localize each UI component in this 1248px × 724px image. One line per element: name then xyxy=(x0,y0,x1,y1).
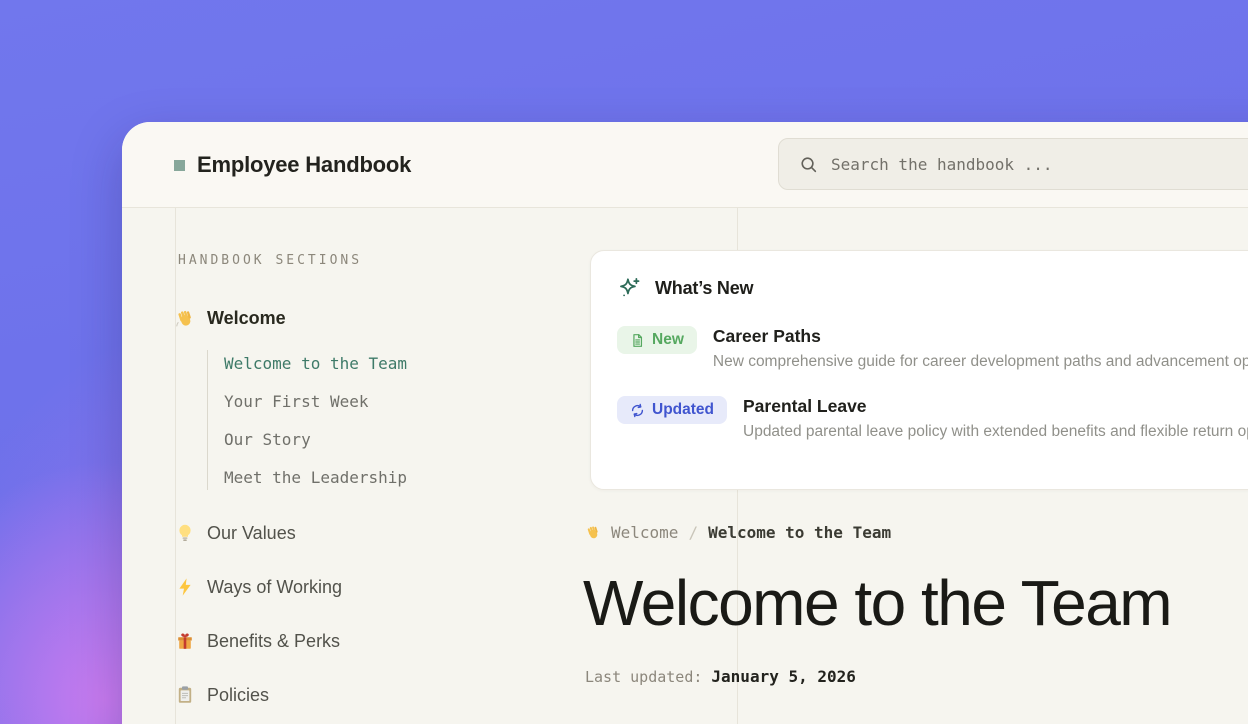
subnav-item-your-first-week[interactable]: Your First Week xyxy=(224,392,407,414)
sidebar-item-label: Our Values xyxy=(207,523,296,544)
sidebar-item-label: Benefits & Perks xyxy=(207,631,340,652)
breadcrumb-section[interactable]: Welcome xyxy=(611,523,678,542)
updated-badge: Updated xyxy=(617,396,727,424)
gift-emoji xyxy=(175,631,195,651)
sidebar-item-ways-of-working[interactable]: Ways of Working xyxy=(175,575,342,599)
sidebar-item-label: Ways of Working xyxy=(207,577,342,598)
logo-icon xyxy=(174,160,185,171)
last-updated-row: Last updated: January 5, 2026 xyxy=(585,667,856,686)
bulb-emoji xyxy=(175,523,195,543)
whats-new-item-text: Parental Leave Updated parental leave po… xyxy=(743,396,1248,441)
sidebar-item-label: Policies xyxy=(207,685,269,706)
sidebar-item-our-values[interactable]: Our Values xyxy=(175,521,342,545)
last-updated-value: January 5, 2026 xyxy=(711,667,856,686)
subnav-indent-line xyxy=(207,350,208,490)
sidebar-sections: Our Values Ways of Working xyxy=(175,521,342,724)
bolt-emoji xyxy=(175,577,195,597)
subnav-item-meet-the-leadership[interactable]: Meet the Leadership xyxy=(224,468,407,490)
badge-label: New xyxy=(652,331,684,349)
whats-new-card: What’s New New Career Paths New compr xyxy=(590,250,1248,490)
refresh-icon xyxy=(630,403,645,418)
wave-emoji xyxy=(585,525,601,541)
whats-new-item-career-paths[interactable]: New Career Paths New comprehensive guide… xyxy=(617,326,1248,371)
breadcrumb: Welcome / Welcome to the Team xyxy=(585,523,891,542)
page-title: Welcome to the Team xyxy=(583,566,1171,640)
whats-new-item-title: Career Paths xyxy=(713,326,1248,347)
whats-new-item-text: Career Paths New comprehensive guide for… xyxy=(713,326,1248,371)
breadcrumb-current-page: Welcome to the Team xyxy=(708,523,891,542)
app-window: Employee Handbook HANDBOOK SECTIONS xyxy=(122,122,1248,724)
breadcrumb-separator: / xyxy=(688,523,698,542)
sidebar-item-policies[interactable]: Policies xyxy=(175,683,342,707)
sidebar-subnav: Welcome to the Team Your First Week Our … xyxy=(224,354,407,506)
desktop-background: Employee Handbook HANDBOOK SECTIONS xyxy=(0,0,1248,724)
whats-new-item-description: New comprehensive guide for career devel… xyxy=(713,353,1248,371)
whats-new-item-description: Updated parental leave policy with exten… xyxy=(743,423,1248,441)
whats-new-header: What’s New xyxy=(617,276,1248,301)
sidebar-item-label: Welcome xyxy=(207,308,286,329)
whats-new-item-title: Parental Leave xyxy=(743,396,1248,417)
sidebar-item-welcome[interactable]: Welcome xyxy=(175,308,286,329)
sidebar-heading: HANDBOOK SECTIONS xyxy=(178,253,362,268)
search-input[interactable] xyxy=(831,155,1248,174)
sparkle-icon xyxy=(617,276,642,301)
wave-emoji xyxy=(175,309,195,329)
new-badge: New xyxy=(617,326,697,354)
whats-new-list: New Career Paths New comprehensive guide… xyxy=(617,326,1248,441)
app-brand: Employee Handbook xyxy=(174,122,411,208)
last-updated-label: Last updated: xyxy=(585,668,702,686)
subnav-item-our-story[interactable]: Our Story xyxy=(224,430,407,452)
badge-label: Updated xyxy=(652,401,714,419)
subnav-item-welcome-to-the-team[interactable]: Welcome to the Team xyxy=(224,354,407,376)
document-icon xyxy=(630,333,645,348)
search-icon xyxy=(799,155,818,174)
app-header: Employee Handbook xyxy=(122,122,1248,208)
clipboard-emoji xyxy=(175,685,195,705)
sidebar-item-benefits-perks[interactable]: Benefits & Perks xyxy=(175,629,342,653)
whats-new-title: What’s New xyxy=(655,278,753,299)
search-bar[interactable] xyxy=(778,138,1248,190)
whats-new-item-parental-leave[interactable]: Updated Parental Leave Updated parental … xyxy=(617,396,1248,441)
app-title: Employee Handbook xyxy=(197,152,411,178)
